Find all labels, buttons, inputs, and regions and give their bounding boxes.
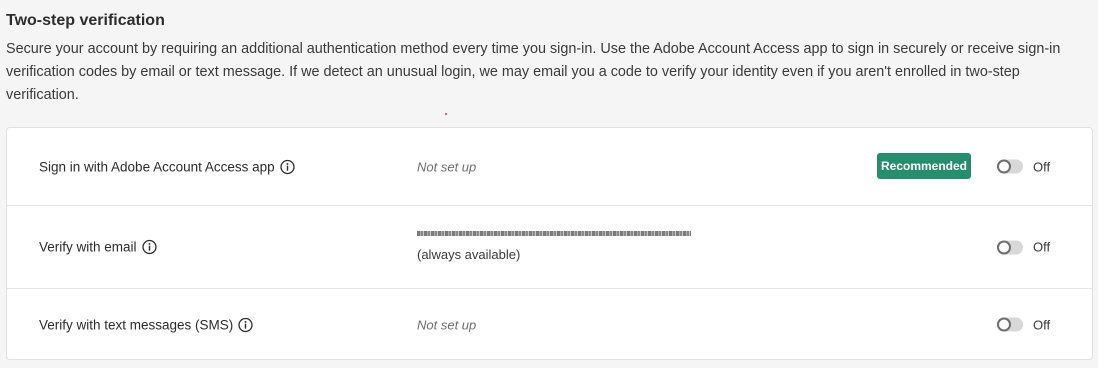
toggle-switch[interactable] [997,317,1023,332]
info-icon[interactable] [238,317,253,332]
toggle-thumb [997,240,1011,254]
sms-toggle[interactable]: Off [997,317,1050,332]
email-availability-note: (always available) [417,247,521,262]
method-row-app: Sign in with Adobe Account Access app No… [7,128,1092,206]
method-sms-label: Verify with text messages (SMS) [39,317,234,332]
toggle-state-label: Off [1033,159,1051,174]
method-app-label: Sign in with Adobe Account Access app [39,159,275,174]
method-email: Verify with email [39,240,157,255]
toggle-state-label: Off [1033,317,1051,332]
email-toggle[interactable]: Off [997,240,1050,255]
stray-dot [445,113,447,115]
toggle-state-label: Off [1033,239,1051,255]
section-title: Two-step verification [6,12,165,29]
method-sms-status: Not set up [417,317,477,332]
info-icon[interactable] [280,159,295,174]
method-sms: Verify with text messages (SMS) [39,317,253,332]
email-details: (always available) [417,231,691,262]
info-icon[interactable] [141,239,157,255]
method-app-status: Not set up [417,159,477,174]
method-row-email: Verify with email (always available) Off [7,206,1092,289]
verification-methods-card: Sign in with Adobe Account Access app No… [6,127,1093,360]
recommended-badge: Recommended [877,153,971,179]
method-row-sms: Verify with text messages (SMS) Not set … [7,289,1092,360]
method-email-label: Verify with email [39,239,137,255]
toggle-switch[interactable] [997,240,1023,254]
toggle-switch[interactable] [997,159,1023,174]
toggle-thumb [997,317,1011,332]
method-app: Sign in with Adobe Account Access app [39,159,295,174]
app-toggle[interactable]: Off [997,159,1050,174]
toggle-thumb [997,159,1011,174]
redacted-email-address [417,231,691,243]
section-description: Secure your account by requiring an addi… [6,41,1061,103]
